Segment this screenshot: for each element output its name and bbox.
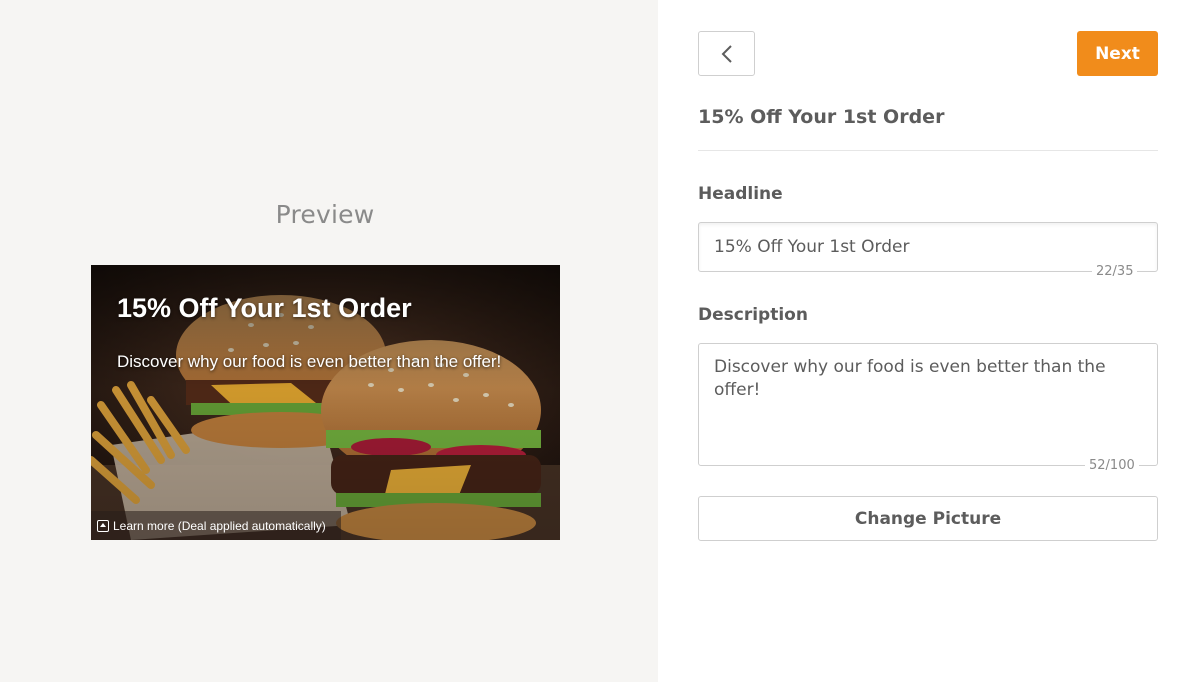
editor-pane: Next 15% Off Your 1st Order Headline 22/… [658,0,1197,682]
ad-description: Discover why our food is even better tha… [117,352,502,371]
chevron-left-icon [721,44,732,63]
change-picture-button[interactable]: Change Picture [698,496,1158,541]
description-input[interactable]: Discover why our food is even better tha… [698,343,1158,466]
divider [698,150,1158,151]
ad-cta-link[interactable]: Learn more (Deal applied automatically) [91,511,341,540]
next-button[interactable]: Next [1077,31,1158,76]
headline-input[interactable] [698,222,1158,272]
description-label: Description [698,305,808,325]
preview-pane: Preview 15% Off Your 1st Order Discover … [0,0,658,682]
description-char-counter: 52/100 [1085,458,1139,473]
arrow-up-box-icon [97,519,109,532]
headline-char-counter: 22/35 [1092,264,1138,279]
deal-title: 15% Off Your 1st Order [698,106,945,128]
headline-label: Headline [698,184,783,204]
ad-headline: 15% Off Your 1st Order [117,293,412,323]
preview-title: Preview [275,200,375,229]
back-button[interactable] [698,31,755,76]
ad-preview-card: 15% Off Your 1st Order Discover why our … [91,265,560,540]
ad-cta-label: Learn more (Deal applied automatically) [113,518,326,533]
